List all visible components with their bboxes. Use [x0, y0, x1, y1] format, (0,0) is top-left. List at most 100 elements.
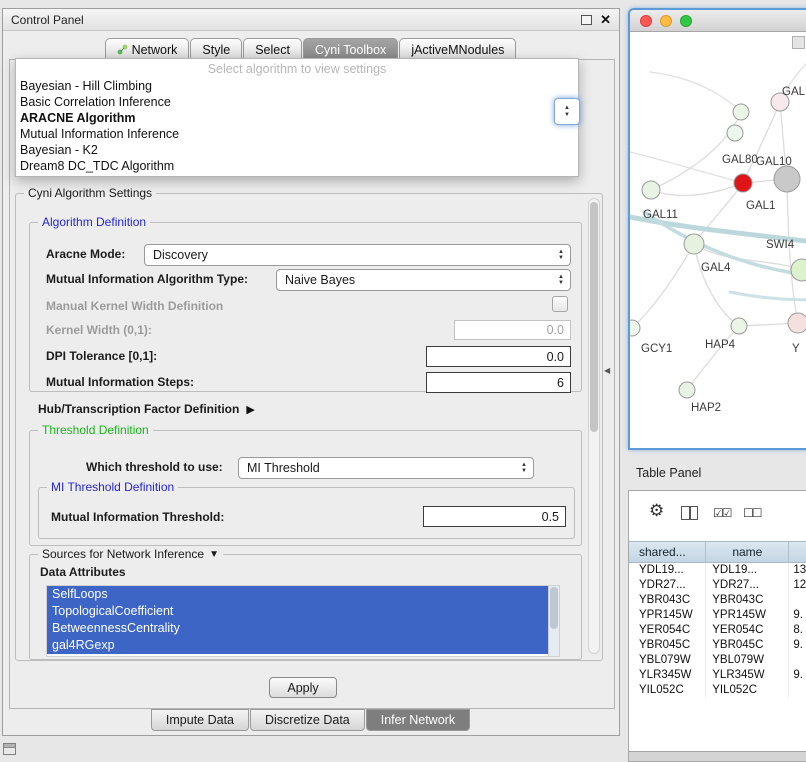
algorithm-dropdown-popup: Select algorithm to view settings Bayesi…	[15, 58, 579, 177]
stepper-icons: ▲▼	[558, 250, 564, 261]
bottom-tab-discretize-data[interactable]: Discretize Data	[250, 709, 365, 731]
mac-minimize-button[interactable]	[660, 15, 672, 27]
tab-network[interactable]: Network	[105, 38, 190, 60]
table-cell: YBR043C	[629, 593, 706, 608]
data-attributes-label: Data Attributes	[40, 565, 126, 579]
table-row[interactable]: YER054CYER054C8.	[629, 623, 806, 638]
column-header-shared[interactable]: shared...	[629, 542, 706, 564]
settings-scrollbar[interactable]	[588, 198, 600, 654]
attribute-item-selfloops[interactable]: SelfLoops	[47, 586, 559, 603]
network-node-label-gal: GAL	[782, 86, 806, 98]
tab-style[interactable]: Style	[190, 38, 242, 60]
algorithm-option-bayesian-k2[interactable]: Bayesian - K2	[16, 142, 578, 158]
table-header-row: shared...name	[629, 541, 806, 563]
table-cell	[789, 593, 806, 608]
network-node-label-y: Y	[792, 343, 800, 355]
tab-cyni-toolbox[interactable]: Cyni Toolbox	[303, 38, 398, 60]
network-node[interactable]	[733, 104, 749, 120]
tab-jactivemnodules[interactable]: jActiveMNodules	[399, 38, 516, 60]
mi-threshold-label: Mutual Information Threshold:	[51, 510, 224, 524]
columns-icon[interactable]	[681, 506, 698, 520]
panel-collapse-arrow[interactable]: ◀	[604, 366, 610, 375]
mi-threshold-field[interactable]: 0.5	[423, 506, 566, 527]
stepper-icons: ▲▼	[558, 275, 564, 286]
mac-zoom-button[interactable]	[680, 15, 692, 27]
attribute-item-topologicalcoefficient[interactable]: TopologicalCoefficient	[47, 603, 559, 620]
restore-panel-icon[interactable]	[3, 743, 16, 755]
which-threshold-combobox[interactable]: MI Threshold ▲▼	[238, 457, 534, 479]
select-all-columns-icon[interactable]: ☑☑	[713, 506, 731, 520]
list-scrollbar[interactable]	[548, 586, 559, 656]
manual-kernel-width-checkbox[interactable]	[552, 296, 568, 312]
algorithm-option-mutual-information-inference[interactable]: Mutual Information Inference	[16, 126, 578, 142]
table-cell: 13	[789, 563, 806, 578]
mi-algorithm-type-combobox[interactable]: Naive Bayes ▲▼	[276, 269, 571, 291]
gear-icon[interactable]: ⚙	[649, 501, 664, 521]
algorithm-option-dream8-dc-tdc-algorithm[interactable]: Dream8 DC_TDC Algorithm	[16, 158, 578, 174]
collapse-arrow-icon[interactable]: ▼	[209, 547, 219, 562]
tab-bar: NetworkStyleSelectCyni Toolbox jActiveMNo…	[3, 37, 619, 60]
dpi-tolerance-field[interactable]: 0.0	[426, 346, 571, 367]
network-scroll-button[interactable]	[792, 36, 805, 49]
deselect-all-columns-icon[interactable]: ☐☐	[743, 506, 761, 520]
expand-arrow-icon[interactable]: ▶	[246, 403, 254, 416]
table-cell: YBR045C	[629, 638, 706, 653]
tab-select[interactable]: Select	[243, 38, 302, 60]
mi-algorithm-type-label: Mutual Information Algorithm Type:	[46, 272, 248, 286]
sources-group-title[interactable]: Sources for Network Inference ▼	[38, 547, 223, 562]
network-node[interactable]	[731, 318, 747, 334]
table-row[interactable]: YDR27...YDR27...12	[629, 578, 806, 593]
mi-threshold-value: 0.5	[542, 510, 559, 524]
table-row[interactable]: YLR345WYLR345W9.	[629, 668, 806, 683]
bottom-tab-infer-network[interactable]: Infer Network	[366, 709, 470, 731]
float-window-icon[interactable]	[581, 15, 592, 25]
close-icon[interactable]: ✕	[600, 14, 611, 26]
network-edge	[730, 292, 806, 300]
network-node[interactable]	[774, 166, 800, 192]
list-scrollbar-thumb[interactable]	[550, 587, 558, 629]
kernel-width-field[interactable]: 0.0	[454, 320, 571, 340]
control-panel-window: Control Panel ✕ NetworkStyleSelectCyni T…	[2, 8, 620, 736]
column-header-name[interactable]: name	[706, 542, 789, 564]
data-attributes-list[interactable]: SelfLoopsTopologicalCoefficientBetweenne…	[46, 585, 560, 657]
table-row[interactable]: YPR145WYPR145W9.	[629, 608, 806, 623]
table-horizontal-scrollbar[interactable]	[629, 751, 806, 761]
network-node[interactable]	[788, 313, 806, 333]
cyni-algorithm-settings-group: Cyni Algorithm Settings Algorithm Defini…	[15, 193, 603, 661]
table-row[interactable]: YIL052CYIL052C	[629, 683, 806, 698]
table-row[interactable]: YDL19...YDL19...13	[629, 563, 806, 578]
network-node[interactable]	[684, 234, 704, 254]
network-node[interactable]	[734, 174, 752, 192]
algorithm-option-bayesian-hill-climbing[interactable]: Bayesian - Hill Climbing	[16, 78, 578, 94]
table-cell: YBL079W	[706, 653, 789, 668]
algorithm-option-basic-correlation-inference[interactable]: Basic Correlation Inference	[16, 94, 578, 110]
network-node[interactable]	[642, 181, 660, 199]
settings-scrollbar-thumb[interactable]	[590, 202, 598, 432]
table-row[interactable]: YBR045CYBR045C9.	[629, 638, 806, 653]
hub-transcription-factor-section[interactable]: Hub/Transcription Factor Definition ▶	[38, 400, 255, 418]
attribute-item-betweennesscentrality[interactable]: BetweennessCentrality	[47, 620, 559, 637]
window-buttons: ✕	[581, 14, 611, 26]
mi-steps-field[interactable]: 6	[426, 372, 571, 393]
mac-close-button[interactable]	[640, 15, 652, 27]
attribute-item-gal4rgexp[interactable]: gal4RGexp	[47, 637, 559, 654]
settings-group-title: Cyni Algorithm Settings	[24, 186, 156, 201]
sources-title-text: Sources for Network Inference	[42, 547, 204, 562]
network-node[interactable]	[791, 259, 806, 281]
table-row[interactable]: YBR043CYBR043C	[629, 593, 806, 608]
network-canvas[interactable]: GALGAL80GAL10GAL1GAL11SWI4GAL4GCY1HAP4YH…	[630, 32, 806, 450]
tab-label: jActiveMNodules	[411, 43, 504, 57]
bottom-tab-impute-data[interactable]: Impute Data	[151, 709, 249, 731]
algorithm-combobox-stepper[interactable]: ▲ ▼	[554, 98, 580, 125]
table-cell	[789, 683, 806, 698]
control-panel-titlebar: Control Panel ✕	[3, 9, 619, 31]
table-cell: YIL052C	[629, 683, 706, 698]
table-row[interactable]: YBL079WYBL079W	[629, 653, 806, 668]
apply-button[interactable]: Apply	[269, 677, 337, 698]
aracne-mode-combobox[interactable]: Discovery ▲▼	[144, 244, 571, 266]
network-node[interactable]	[679, 382, 695, 398]
network-node[interactable]	[727, 125, 743, 141]
manual-kernel-width-label: Manual Kernel Width Definition	[46, 299, 223, 313]
algorithm-option-aracne-algorithm[interactable]: ARACNE Algorithm	[16, 110, 578, 126]
column-header-extra[interactable]	[789, 542, 806, 564]
